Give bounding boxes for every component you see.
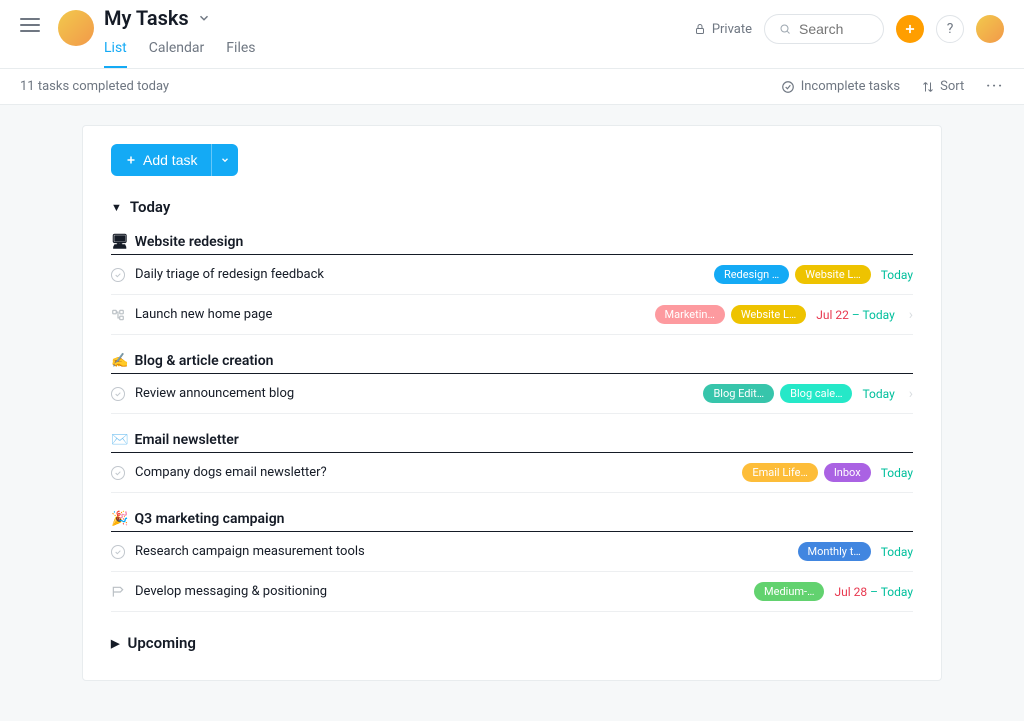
group-title-text: Website redesign bbox=[135, 234, 244, 250]
task-row[interactable]: Launch new home page Marketin… Website L… J… bbox=[111, 295, 913, 335]
page-title: My Tasks bbox=[104, 6, 189, 30]
search-box[interactable] bbox=[764, 14, 884, 44]
project-tag[interactable]: Email Life… bbox=[742, 463, 817, 482]
title-dropdown[interactable] bbox=[197, 11, 211, 25]
task-name: Review announcement blog bbox=[135, 386, 693, 401]
section-today-header[interactable]: ▼ Today bbox=[111, 198, 913, 216]
top-bar: My Tasks List Calendar Files Private ? bbox=[0, 0, 1024, 69]
group-emoji: 🎉 bbox=[111, 511, 128, 527]
task-date: Today bbox=[862, 387, 894, 401]
tab-calendar[interactable]: Calendar bbox=[149, 34, 205, 68]
filter-incomplete-label: Incomplete tasks bbox=[801, 79, 900, 94]
project-tag[interactable]: Inbox bbox=[824, 463, 871, 482]
task-name: Launch new home page bbox=[135, 307, 645, 322]
tag-group: Medium-… bbox=[754, 582, 824, 601]
sort-label: Sort bbox=[940, 79, 964, 94]
project-tag[interactable]: Blog Edit… bbox=[703, 384, 774, 403]
privacy-label: Private bbox=[712, 22, 752, 37]
project-tag[interactable]: Website L… bbox=[795, 265, 870, 284]
task-name: Daily triage of redesign feedback bbox=[135, 267, 704, 282]
task-name: Research campaign measurement tools bbox=[135, 544, 788, 559]
task-date: Jul 28 – Today bbox=[834, 585, 913, 599]
filter-incomplete[interactable]: Incomplete tasks bbox=[781, 79, 900, 94]
chevron-down-icon bbox=[220, 155, 230, 165]
group-title[interactable]: 🖥 Website redesign bbox=[111, 230, 913, 255]
group-title[interactable]: 🎉 Q3 marketing campaign bbox=[111, 507, 913, 532]
caret-right-icon: ▶ bbox=[111, 637, 119, 650]
chevron-down-icon bbox=[197, 11, 211, 25]
chevron-right-icon[interactable]: › bbox=[909, 307, 913, 323]
tab-list[interactable]: List bbox=[104, 34, 127, 68]
sort-button[interactable]: Sort bbox=[922, 79, 964, 94]
chevron-right-icon[interactable]: › bbox=[909, 386, 913, 402]
completed-today-text: 11 tasks completed today bbox=[20, 79, 169, 94]
search-icon bbox=[779, 22, 791, 36]
project-tag[interactable]: Monthly t… bbox=[798, 542, 871, 561]
project-tag[interactable]: Blog cale… bbox=[780, 384, 852, 403]
hamburger-icon bbox=[20, 18, 40, 32]
complete-check-icon[interactable] bbox=[111, 545, 125, 559]
check-circle-icon bbox=[781, 80, 795, 94]
lock-icon bbox=[694, 23, 706, 35]
complete-check-icon[interactable] bbox=[111, 466, 125, 480]
tag-group: Monthly t… bbox=[798, 542, 871, 561]
add-task-label: Add task bbox=[143, 152, 197, 168]
tag-group: Marketin… Website L… bbox=[655, 305, 807, 324]
group-emoji: ✉️ bbox=[111, 432, 128, 448]
tab-files[interactable]: Files bbox=[226, 34, 255, 68]
task-date: Today bbox=[881, 545, 913, 559]
complete-check-icon[interactable] bbox=[111, 268, 125, 282]
subtask-icon bbox=[111, 308, 125, 322]
quick-add-button[interactable] bbox=[896, 15, 924, 43]
group-title[interactable]: ✉️ Email newsletter bbox=[111, 428, 913, 453]
milestone-icon bbox=[111, 585, 125, 599]
tag-group: Redesign … Website L… bbox=[714, 265, 871, 284]
search-input[interactable] bbox=[799, 21, 869, 37]
tag-group: Email Life… Inbox bbox=[742, 463, 870, 482]
section-upcoming-header[interactable]: ▶ Upcoming bbox=[111, 634, 913, 652]
more-actions[interactable]: ··· bbox=[986, 79, 1004, 94]
group-title-text: Email newsletter bbox=[134, 432, 238, 448]
project-tag[interactable]: Website L… bbox=[731, 305, 806, 324]
group-title-text: Q3 marketing campaign bbox=[134, 511, 284, 527]
complete-check-icon[interactable] bbox=[111, 387, 125, 401]
task-row[interactable]: Research campaign measurement tools Month… bbox=[111, 532, 913, 572]
task-row[interactable]: Company dogs email newsletter? Email Life… bbox=[111, 453, 913, 493]
sort-icon bbox=[922, 81, 934, 93]
topbar-right: Private ? bbox=[694, 0, 1004, 58]
task-row[interactable]: Review announcement blog Blog Edit… Blog c… bbox=[111, 374, 913, 414]
user-avatar[interactable] bbox=[976, 15, 1004, 43]
caret-down-icon: ▼ bbox=[111, 201, 122, 214]
task-date: Today bbox=[881, 268, 913, 282]
task-name: Develop messaging & positioning bbox=[135, 584, 744, 599]
project-tag[interactable]: Marketin… bbox=[655, 305, 725, 324]
task-row[interactable]: Daily triage of redesign feedback Redesig… bbox=[111, 255, 913, 295]
section-today-label: Today bbox=[130, 198, 170, 216]
task-panel: Add task ▼ Today 🖥 Website redesign Daily … bbox=[82, 125, 942, 681]
project-avatar[interactable] bbox=[58, 10, 94, 46]
privacy-toggle[interactable]: Private bbox=[694, 22, 752, 37]
group-emoji: ✍️ bbox=[111, 353, 128, 369]
title-block: My Tasks List Calendar Files bbox=[104, 0, 256, 68]
section-upcoming-label: Upcoming bbox=[127, 634, 195, 652]
add-task-dropdown[interactable] bbox=[211, 144, 238, 176]
task-date: Today bbox=[881, 466, 913, 480]
group-title[interactable]: ✍️ Blog & article creation bbox=[111, 349, 913, 374]
content-area: Add task ▼ Today 🖥 Website redesign Daily … bbox=[0, 105, 1024, 721]
add-task-button[interactable]: Add task bbox=[111, 144, 211, 176]
tag-group: Blog Edit… Blog cale… bbox=[703, 384, 852, 403]
menu-toggle[interactable] bbox=[20, 0, 52, 32]
task-row[interactable]: Develop messaging & positioning Medium-… J… bbox=[111, 572, 913, 612]
task-name: Company dogs email newsletter? bbox=[135, 465, 732, 480]
project-tag[interactable]: Redesign … bbox=[714, 265, 789, 284]
plus-icon bbox=[903, 22, 917, 36]
group-title-text: Blog & article creation bbox=[134, 353, 273, 369]
group-emoji: 🖥 bbox=[111, 234, 129, 250]
view-tabs: List Calendar Files bbox=[104, 34, 256, 68]
sub-bar: 11 tasks completed today Incomplete task… bbox=[0, 69, 1024, 105]
project-tag[interactable]: Medium-… bbox=[754, 582, 824, 601]
task-date: Jul 22 – Today bbox=[816, 308, 895, 322]
plus-icon bbox=[125, 154, 137, 166]
help-button[interactable]: ? bbox=[936, 15, 964, 43]
